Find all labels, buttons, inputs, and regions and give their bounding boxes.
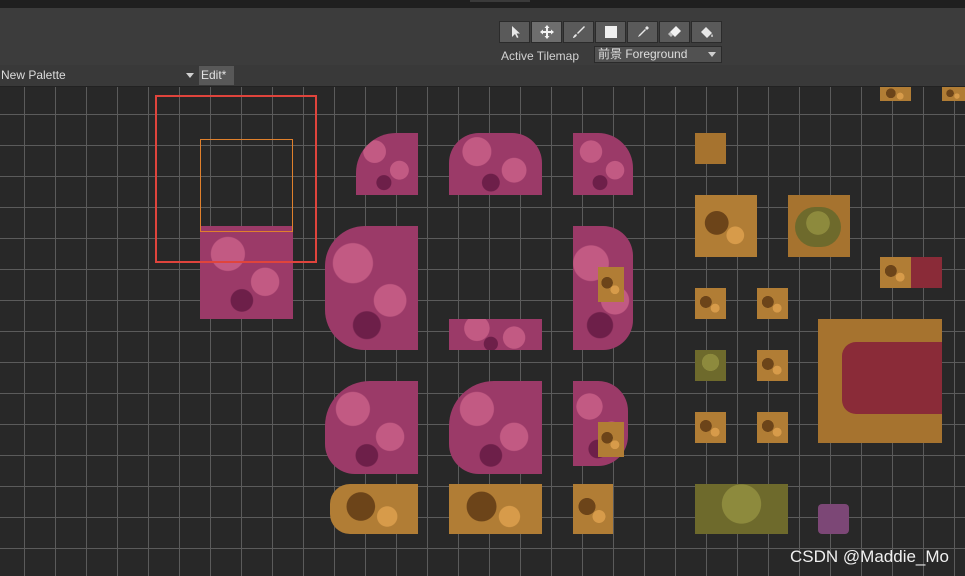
picker-tool-button[interactable] [627,21,658,43]
tree-tile[interactable] [449,133,542,195]
box-fill-tool-button[interactable] [595,21,626,43]
grass-tile[interactable] [330,484,418,534]
palette-dropdown[interactable]: New Palette [0,65,199,86]
grass-tile[interactable] [598,267,624,302]
active-tab-indicator [470,0,530,2]
bush-tile[interactable] [795,207,841,247]
grass-tile[interactable] [880,257,911,288]
palette-name: New Palette [1,68,66,82]
tree-tile[interactable] [573,133,633,195]
grass-tile[interactable] [880,87,911,101]
ground-tile[interactable] [695,133,726,164]
move-arrows-icon [539,25,554,39]
red-ground-tile[interactable] [842,342,942,414]
tree-tile[interactable] [325,226,418,350]
active-tilemap-value: 前景 Foreground [598,47,688,61]
grass-tile[interactable] [757,412,788,443]
tool-button-group [499,21,723,43]
active-tilemap-label: Active Tilemap [501,49,580,63]
bush-row-tile[interactable] [695,484,788,534]
grass-tile[interactable] [757,288,788,319]
paint-tool-button[interactable] [563,21,594,43]
grass-tile[interactable] [757,350,788,381]
tree-tile[interactable] [449,381,542,474]
select-tool-button[interactable] [499,21,530,43]
eyedropper-icon [637,26,649,37]
tile-palette-toolbar: Active Tilemap 前景 Foreground [0,8,965,65]
purple-object-tile[interactable] [818,504,849,534]
active-tilemap-dropdown[interactable]: 前景 Foreground [594,46,722,63]
grass-tile[interactable] [695,412,726,443]
red-ground-tile[interactable] [911,257,942,288]
chevron-down-icon [186,73,194,78]
grass-tile[interactable] [449,484,542,534]
arrow-pointer-icon [511,26,520,38]
tree-tile[interactable] [449,319,542,350]
palette-bar: New Palette Edit* [0,65,965,87]
paint-bucket-icon [700,27,713,38]
brush-icon [572,26,585,38]
grass-tile[interactable] [695,195,757,257]
selected-tile-outline [200,139,293,232]
grass-tile[interactable] [598,422,624,457]
erase-tool-button[interactable] [659,21,690,43]
eraser-icon [667,26,681,37]
bush-tile[interactable] [695,350,726,381]
edit-palette-button[interactable]: Edit* [199,66,234,85]
grass-tile[interactable] [942,87,965,101]
move-tool-button[interactable] [531,21,562,43]
chevron-down-icon [708,52,716,57]
tree-tile[interactable] [356,133,418,195]
tile-palette-grid[interactable] [0,87,965,576]
grass-tile[interactable] [573,484,613,534]
editor-top-strip [0,0,965,8]
tree-tile[interactable] [325,381,418,474]
box-icon [604,26,617,38]
fill-tool-button[interactable] [691,21,722,43]
watermark: CSDN @Maddie_Mo [790,547,949,566]
grass-tile[interactable] [695,288,726,319]
